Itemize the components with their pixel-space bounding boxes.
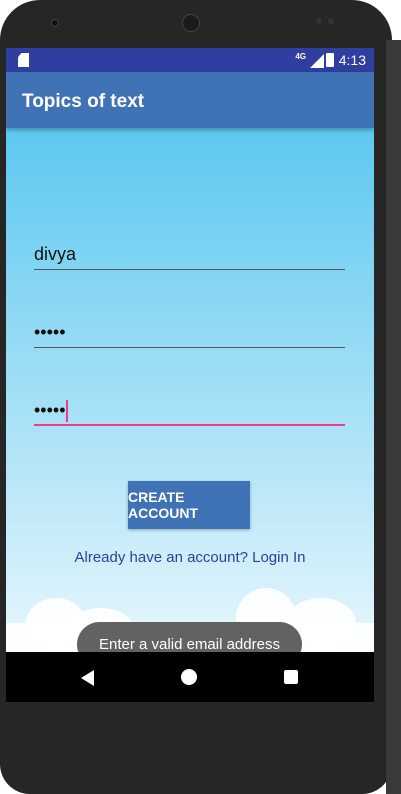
clock: 4:13 bbox=[338, 52, 366, 68]
network-type: 4G bbox=[295, 52, 306, 61]
battery-icon bbox=[326, 53, 334, 67]
app-bar: Topics of text bbox=[6, 72, 374, 128]
app-title: Topics of text bbox=[22, 91, 145, 112]
password-input[interactable]: ••••• bbox=[34, 318, 345, 348]
password-value: ••••• bbox=[34, 322, 66, 342]
navigation-bar bbox=[6, 652, 374, 702]
login-link[interactable]: Already have an account? Login In bbox=[6, 549, 374, 566]
camera bbox=[51, 19, 59, 27]
home-icon[interactable] bbox=[181, 669, 197, 685]
device-edge bbox=[386, 40, 401, 794]
back-icon[interactable] bbox=[81, 670, 94, 686]
create-account-button[interactable]: CREATE ACCOUNT bbox=[128, 481, 250, 529]
screen: 4G 4:13 Topics of text divya ••••• •••••… bbox=[6, 48, 374, 702]
sensor bbox=[328, 18, 334, 24]
username-input[interactable]: divya bbox=[34, 240, 345, 270]
sensor bbox=[316, 18, 322, 24]
sd-card-icon bbox=[18, 53, 29, 67]
status-bar: 4G 4:13 bbox=[6, 48, 374, 72]
form-content: divya ••••• ••••• CREATE ACCOUNT Already… bbox=[6, 128, 374, 667]
toast-message: Enter a valid email address bbox=[99, 636, 280, 653]
confirm-password-value: ••••• bbox=[34, 400, 66, 420]
recent-apps-icon[interactable] bbox=[284, 670, 298, 684]
username-value: divya bbox=[34, 244, 77, 264]
phone-frame: 4G 4:13 Topics of text divya ••••• •••••… bbox=[0, 0, 392, 794]
confirm-password-input[interactable]: ••••• bbox=[34, 396, 345, 426]
signal-icon bbox=[310, 54, 324, 68]
speaker bbox=[182, 14, 200, 32]
text-cursor bbox=[65, 400, 68, 423]
